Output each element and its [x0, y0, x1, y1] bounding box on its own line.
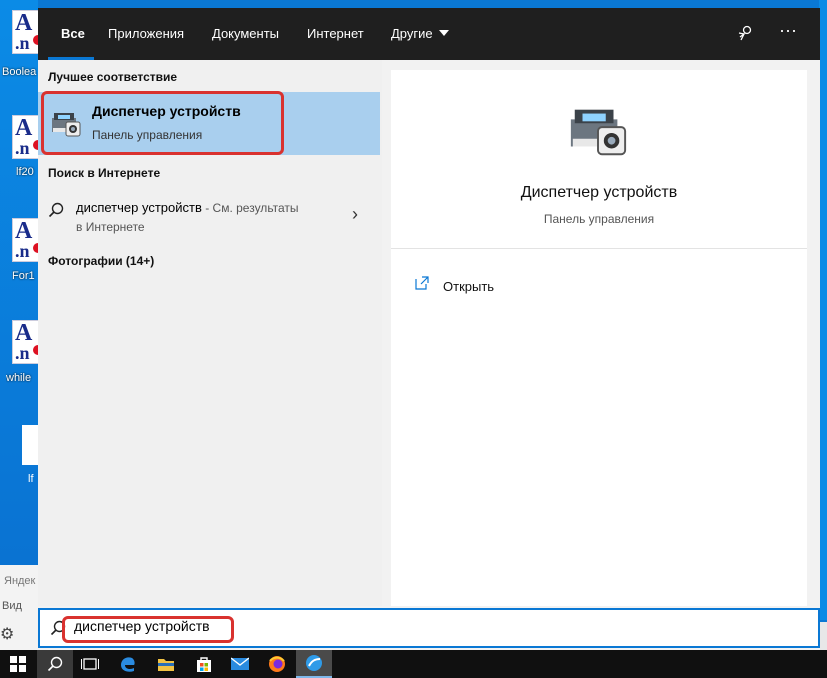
preview-pane: Диспетчер устройств Панель управления От…: [391, 70, 807, 606]
tab-all[interactable]: Все: [61, 26, 85, 41]
divider: [391, 248, 807, 249]
annotation-highlight-box: [41, 91, 284, 155]
web-search-suffix: - См. результаты: [201, 201, 299, 215]
web-search-text: диспетчер устройств - См. результаты: [76, 200, 299, 215]
more-options-icon[interactable]: ···: [779, 20, 797, 41]
firefox-icon[interactable]: [259, 650, 295, 678]
results-list: Лучшее соответствие Диспетчер устройств …: [38, 60, 382, 606]
tab-apps[interactable]: Приложения: [108, 26, 184, 41]
annotation-highlight-box: [62, 616, 234, 643]
web-search-query: диспетчер устройств: [76, 200, 202, 215]
desktop-file-icon[interactable]: A .n: [12, 320, 40, 364]
desktop-icon-label: while: [6, 372, 32, 384]
feedback-icon[interactable]: [736, 24, 754, 47]
search-tabs-bar: Все Приложения Документы Интернет Другие…: [38, 8, 820, 60]
photos-header[interactable]: Фотографии (14+): [48, 254, 154, 268]
web-search-result[interactable]: диспетчер устройств - См. результаты в И…: [38, 192, 380, 238]
file-explorer-icon[interactable]: [148, 650, 184, 678]
desktop-icon-label: lf: [28, 473, 34, 485]
desktop: A .n Boolea A .n lf20 A .n For1 A .n while: [0, 0, 40, 650]
preview-subtitle: Панель управления: [543, 212, 655, 226]
store-icon[interactable]: [186, 650, 222, 678]
web-search-suffix-line2: в Интернете: [76, 220, 145, 234]
open-action[interactable]: Открыть: [443, 279, 494, 294]
tab-documents[interactable]: Документы: [212, 26, 279, 41]
open-icon: [415, 276, 429, 290]
task-view-icon[interactable]: [72, 650, 108, 678]
desktop-file-icon[interactable]: A .n: [12, 115, 40, 159]
chevron-right-icon[interactable]: ›: [352, 204, 358, 225]
desktop-icon-label: Boolea: [2, 66, 37, 78]
best-match-header: Лучшее соответствие: [48, 70, 178, 84]
desktop-blank-file-icon[interactable]: [22, 425, 38, 465]
background-window-text: Вид: [2, 600, 22, 612]
tab-internet[interactable]: Интернет: [307, 26, 364, 41]
caret-down-icon: [438, 30, 449, 36]
desktop-file-icon[interactable]: A .n: [12, 10, 40, 54]
app-icon[interactable]: [296, 650, 332, 678]
windows-start-icon[interactable]: [0, 650, 36, 678]
search-panel: Все Приложения Документы Интернет Другие…: [38, 8, 820, 650]
web-search-header: Поиск в Интернете: [48, 166, 161, 180]
preview-title: Диспетчер устройств: [520, 184, 678, 201]
desktop-file-icon[interactable]: A .n: [12, 218, 40, 262]
search-taskbar-icon[interactable]: [37, 650, 73, 678]
background-window-text: Яндек: [4, 575, 36, 587]
desktop-edge: [819, 0, 827, 620]
tab-other-label: Другие: [391, 26, 433, 41]
tab-other[interactable]: Другие: [391, 26, 449, 41]
gear-icon[interactable]: ⚙: [0, 624, 14, 644]
device-manager-large-icon: [567, 100, 629, 162]
taskbar: [0, 650, 827, 678]
mail-icon[interactable]: [222, 650, 258, 678]
search-icon: [48, 202, 64, 223]
edge-icon[interactable]: [110, 650, 146, 678]
